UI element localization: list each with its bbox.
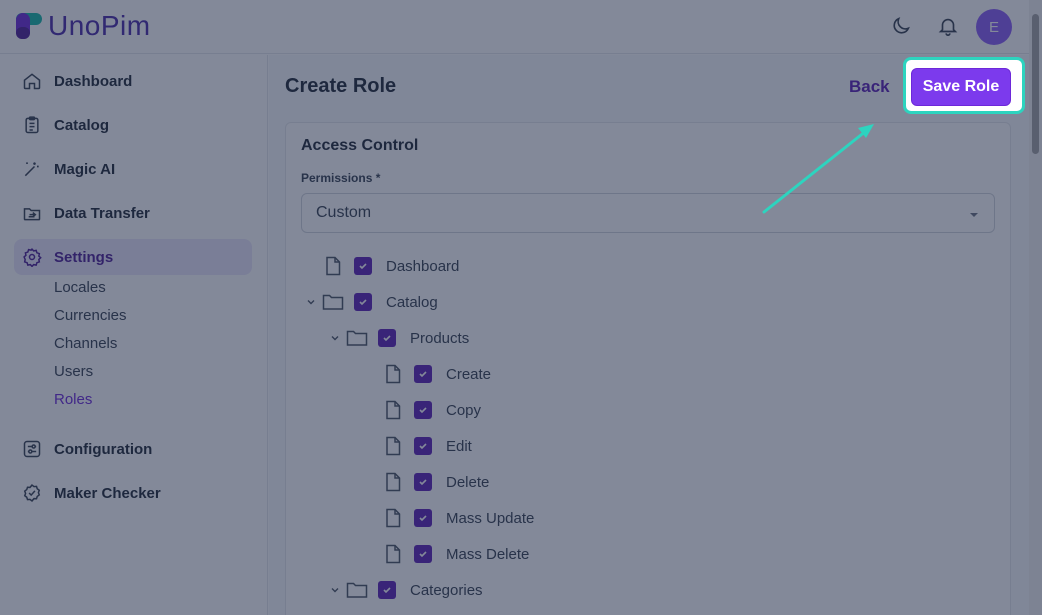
- chevron-down-icon[interactable]: [304, 295, 318, 309]
- page-title: Create Role: [285, 75, 397, 97]
- folder-icon: [346, 579, 368, 601]
- sidebar-item-label: Settings: [54, 248, 114, 266]
- user-avatar[interactable]: E: [976, 9, 1012, 45]
- settings-sub-locales[interactable]: Locales: [54, 278, 106, 298]
- file-icon: [382, 507, 404, 529]
- checkbox[interactable]: [378, 329, 396, 347]
- checkbox[interactable]: [354, 293, 372, 311]
- tree-item-label: Mass Delete: [446, 545, 530, 563]
- sidebar-item-label: Maker Checker: [54, 484, 161, 502]
- chevron-down-icon: [968, 208, 980, 226]
- tree-item-label: Dashboard: [386, 257, 460, 275]
- tree-item-edit[interactable]: Edit: [382, 435, 472, 457]
- unopim-logo-icon: [16, 13, 42, 39]
- sidebar-item-label: Configuration: [54, 440, 153, 458]
- unopim-logo[interactable]: UnoPim: [14, 11, 151, 41]
- chevron-down-icon[interactable]: [328, 331, 342, 345]
- tree-item-products[interactable]: Products: [328, 327, 469, 349]
- tree-item-label: Create: [446, 365, 492, 383]
- permissions-select-value: Custom: [316, 204, 372, 221]
- tree-item-catalog[interactable]: Catalog: [304, 291, 438, 313]
- folder-icon: [346, 327, 368, 349]
- clipboard-icon: [20, 113, 44, 137]
- transfer-icon: [20, 201, 44, 225]
- permissions-label: Permissions *: [301, 171, 381, 185]
- sliders-icon: [20, 437, 44, 461]
- tree-item-label: Products: [410, 329, 470, 347]
- checkbox[interactable]: [414, 437, 432, 455]
- sidebar: Dashboard Catalog Magic AI Data Transfer…: [0, 55, 268, 615]
- checkbox[interactable]: [354, 257, 372, 275]
- sidebar-item-catalog[interactable]: Catalog: [14, 107, 252, 143]
- permissions-select[interactable]: Custom: [301, 193, 995, 233]
- file-icon: [382, 471, 404, 493]
- tree-item-create[interactable]: Create: [382, 363, 491, 385]
- tree-item-mass-update[interactable]: Mass Update: [382, 507, 534, 529]
- bell-icon[interactable]: [935, 13, 961, 39]
- settings-sub-roles[interactable]: Roles: [54, 390, 92, 410]
- scrollbar-thumb[interactable]: [1032, 14, 1039, 154]
- save-role-button[interactable]: Save Role: [911, 68, 1011, 106]
- back-link[interactable]: Back: [849, 77, 890, 97]
- top-header: UnoPim E: [0, 0, 1042, 54]
- file-icon: [322, 255, 344, 277]
- folder-icon: [322, 291, 344, 313]
- file-icon: [382, 363, 404, 385]
- checkbox[interactable]: [414, 473, 432, 491]
- badge-check-icon: [20, 481, 44, 505]
- sidebar-item-data-transfer[interactable]: Data Transfer: [14, 195, 252, 231]
- magic-wand-icon: [20, 157, 44, 181]
- file-icon: [382, 399, 404, 421]
- checkbox[interactable]: [414, 509, 432, 527]
- tree-item-label: Mass Update: [446, 509, 535, 527]
- file-icon: [382, 435, 404, 457]
- sidebar-item-label: Magic AI: [54, 160, 116, 178]
- tree-item-dashboard[interactable]: Dashboard: [322, 255, 459, 277]
- tree-item-mass-delete[interactable]: Mass Delete: [382, 543, 529, 565]
- sidebar-item-dashboard[interactable]: Dashboard: [14, 63, 252, 99]
- sidebar-item-settings[interactable]: Settings: [14, 239, 252, 275]
- home-icon: [20, 69, 44, 93]
- chevron-down-icon[interactable]: [328, 583, 342, 597]
- checkbox[interactable]: [414, 545, 432, 563]
- file-icon: [382, 543, 404, 565]
- sidebar-item-configuration[interactable]: Configuration: [14, 431, 252, 467]
- access-control-title: Access Control: [301, 137, 419, 154]
- settings-sub-currencies[interactable]: Currencies: [54, 306, 127, 326]
- sidebar-item-label: Data Transfer: [54, 204, 150, 222]
- sidebar-item-magic-ai[interactable]: Magic AI: [14, 151, 252, 187]
- tree-item-label: Edit: [446, 437, 472, 455]
- tree-item-label: Copy: [446, 401, 482, 419]
- settings-sub-users[interactable]: Users: [54, 362, 93, 382]
- checkbox[interactable]: [378, 581, 396, 599]
- tree-item-label: Categories: [410, 581, 483, 599]
- gear-icon: [20, 245, 44, 269]
- tree-item-label: Delete: [446, 473, 490, 491]
- tree-item-label: Catalog: [386, 293, 438, 311]
- sidebar-item-label: Catalog: [54, 116, 110, 134]
- settings-sub-channels[interactable]: Channels: [54, 334, 117, 354]
- moon-icon[interactable]: [888, 13, 914, 39]
- tree-item-delete[interactable]: Delete: [382, 471, 489, 493]
- app-name: UnoPim: [48, 10, 151, 41]
- tree-item-copy[interactable]: Copy: [382, 399, 481, 421]
- tree-item-categories[interactable]: Categories: [328, 579, 483, 601]
- checkbox[interactable]: [414, 401, 432, 419]
- checkbox[interactable]: [414, 365, 432, 383]
- sidebar-item-maker-checker[interactable]: Maker Checker: [14, 475, 252, 511]
- sidebar-item-label: Dashboard: [54, 72, 133, 90]
